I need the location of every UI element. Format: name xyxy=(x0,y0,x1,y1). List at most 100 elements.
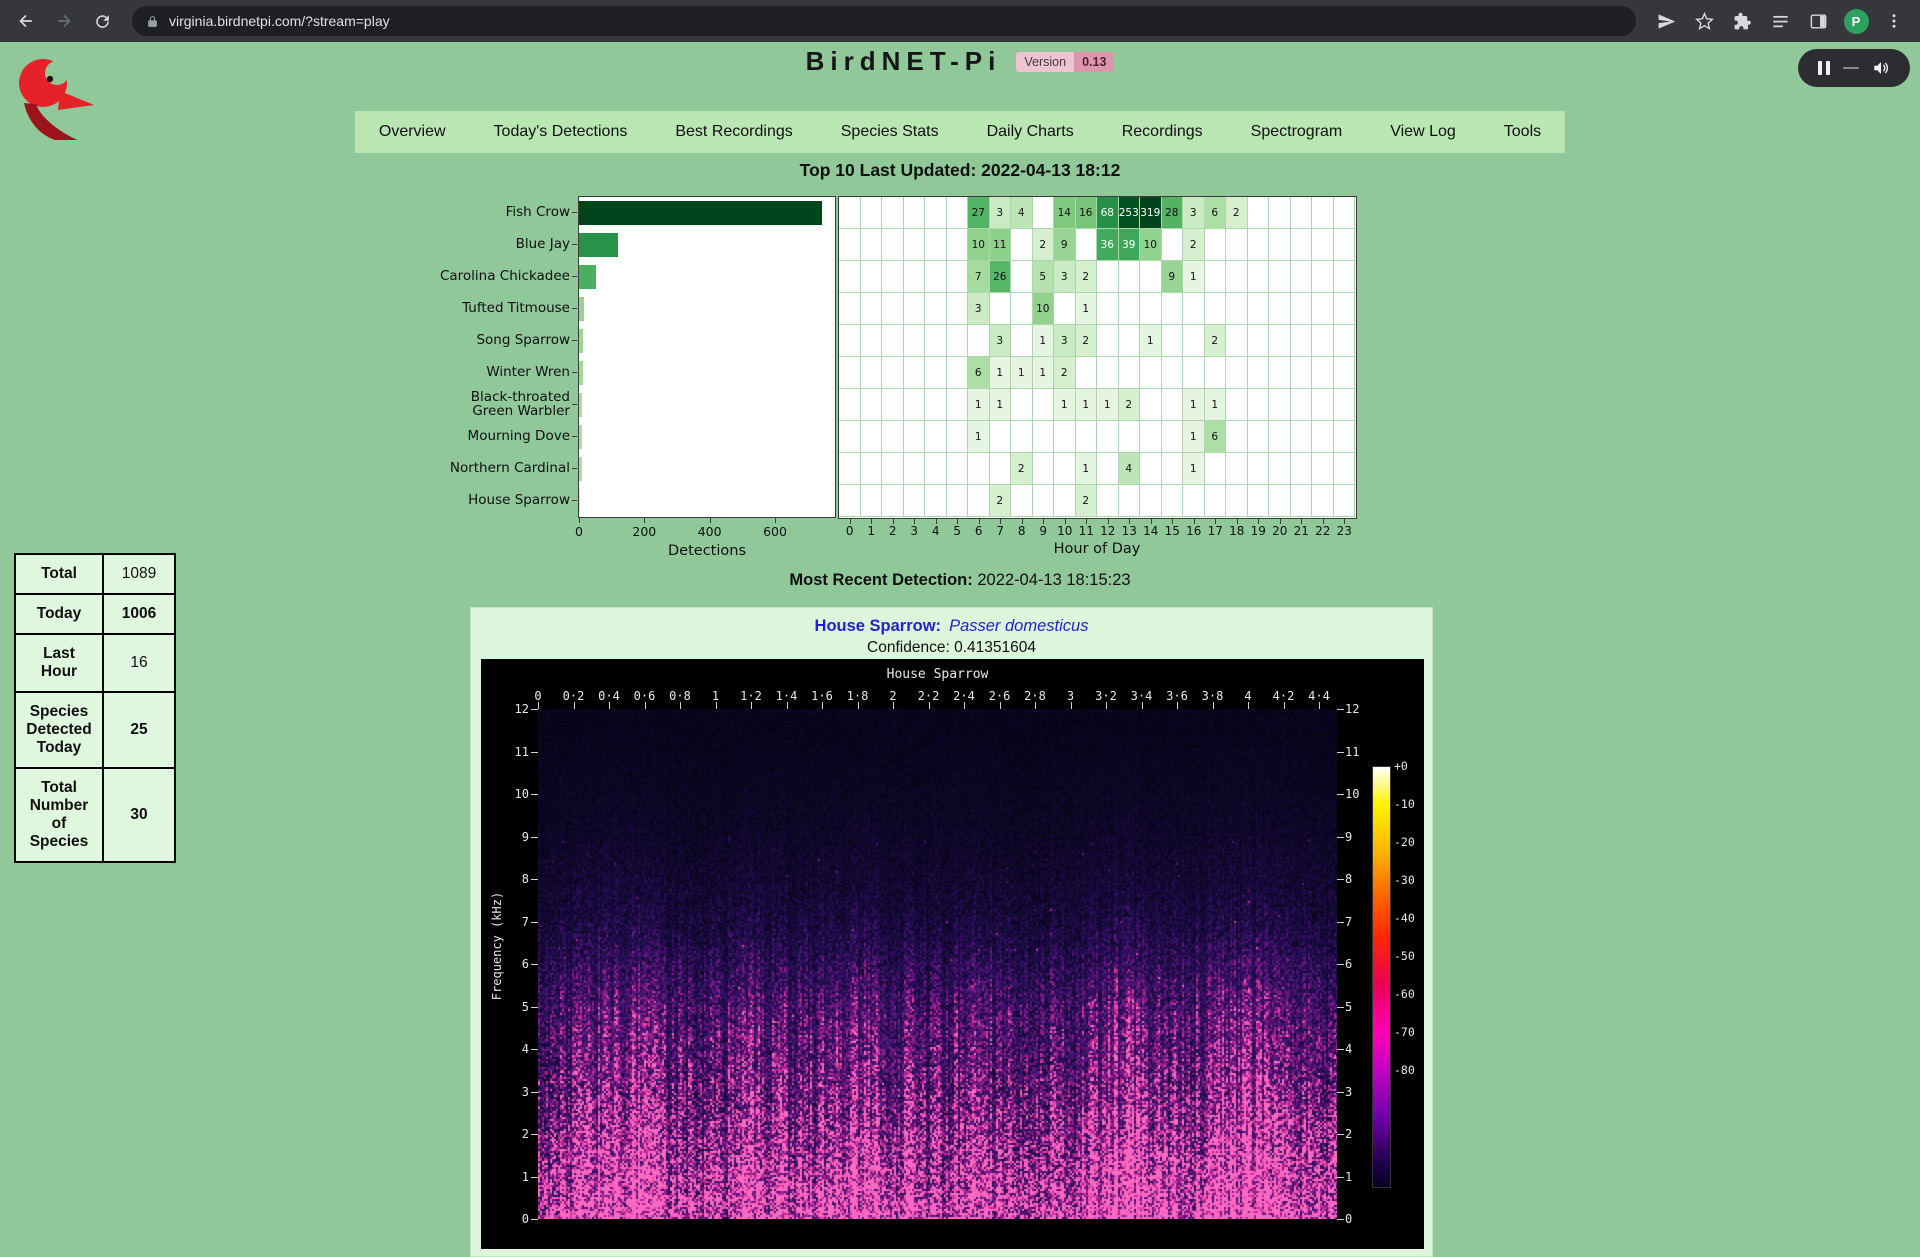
nav-item-today-s-detections[interactable]: Today's Detections xyxy=(470,111,652,153)
page: virginia.birdnetpi.com/?stream=play P xyxy=(0,0,1920,1017)
confidence-line: Confidence: 0.41351604 xyxy=(471,639,1432,657)
spectro-ytick-left xyxy=(531,1177,538,1178)
bar-house-sparrow xyxy=(579,489,580,513)
species-label-tufted-titmouse: Tufted Titmouse xyxy=(432,292,570,324)
spectro-xtick-label: 1·8 xyxy=(840,689,876,703)
species-common-link[interactable]: House Sparrow: xyxy=(815,617,942,635)
heatmap-cell xyxy=(861,229,883,261)
side-panel-icon[interactable] xyxy=(1802,5,1834,37)
stat-value-total-number-of-species[interactable]: 30 xyxy=(103,768,175,862)
heatmap-cell: 36 xyxy=(1097,229,1119,261)
heatmap-cell xyxy=(1312,421,1334,453)
heatmap-cell: 1 xyxy=(968,389,990,421)
heatmap-cell: 3 xyxy=(990,325,1012,357)
url-text: virginia.birdnetpi.com/?stream=play xyxy=(169,13,390,29)
spectro-xtick-label: 0·6 xyxy=(627,689,663,703)
heatmap-cell xyxy=(1312,197,1334,229)
profile-initial: P xyxy=(1844,9,1869,34)
heatmap-cell xyxy=(1312,453,1334,485)
heatmap-cell: 26 xyxy=(990,261,1012,293)
colorbar-tick-label: -70 xyxy=(1394,1025,1415,1039)
heatmap-cell xyxy=(1291,197,1313,229)
colorbar-tick-label: -40 xyxy=(1394,911,1415,925)
forward-icon[interactable] xyxy=(48,5,80,37)
heatmap-cell xyxy=(1119,261,1141,293)
spectro-xtick-label: 1·2 xyxy=(733,689,769,703)
nav-item-tools[interactable]: Tools xyxy=(1480,111,1565,153)
spectrogram-image xyxy=(538,709,1337,1219)
bar-ytick xyxy=(572,308,577,309)
spectro-xtick xyxy=(680,702,681,709)
volume-button[interactable] xyxy=(1872,59,1890,77)
heatmap-cell xyxy=(1097,421,1119,453)
spectro-xtick xyxy=(751,702,752,709)
spectro-ytick-right xyxy=(1337,1177,1344,1178)
nav-item-view-log[interactable]: View Log xyxy=(1366,111,1480,153)
spectro-ytick-left xyxy=(531,1219,538,1220)
back-icon[interactable] xyxy=(10,5,42,37)
seek-bar[interactable] xyxy=(1843,67,1859,69)
bar-ytick xyxy=(572,372,577,373)
browser-menu-icon[interactable] xyxy=(1878,5,1910,37)
heatmap-cell xyxy=(1205,485,1227,517)
spectro-ytick-right xyxy=(1337,879,1344,880)
heatmap-cell: 2 xyxy=(1076,325,1098,357)
spectro-ytick-left xyxy=(531,794,538,795)
reload-icon[interactable] xyxy=(86,5,118,37)
detection-species-line: House Sparrow: Passer domesticus xyxy=(471,617,1432,636)
nav-item-best-recordings[interactable]: Best Recordings xyxy=(651,111,816,153)
stats-row-total-number-of-species: Total Number of Species30 xyxy=(15,768,175,862)
audio-player[interactable] xyxy=(1798,49,1910,87)
nav-item-species-stats[interactable]: Species Stats xyxy=(817,111,963,153)
heatmap-cell xyxy=(1140,453,1162,485)
spectro-xtick xyxy=(1106,702,1107,709)
heatmap-cell xyxy=(1011,293,1033,325)
heatmap-cell xyxy=(839,421,861,453)
heatmap-cell xyxy=(1334,421,1356,453)
nav-item-spectrogram[interactable]: Spectrogram xyxy=(1227,111,1367,153)
heatmap-cell: 7 xyxy=(968,261,990,293)
stat-value-today[interactable]: 1006 xyxy=(103,594,175,634)
extensions-icon[interactable] xyxy=(1726,5,1758,37)
stat-value-species-detected-today[interactable]: 25 xyxy=(103,692,175,768)
heatmap-cell: 10 xyxy=(1033,293,1055,325)
heatmap-cell xyxy=(1011,421,1033,453)
spectro-xtick-label: 0 xyxy=(520,689,556,703)
heatmap-cell: 3 xyxy=(1183,197,1205,229)
profile-avatar[interactable]: P xyxy=(1840,5,1872,37)
heatmap-xtick-label: 23 xyxy=(1332,524,1356,538)
spectro-ytick-left xyxy=(531,709,538,710)
bar-ytick xyxy=(572,276,577,277)
confidence-label: Confidence: xyxy=(867,639,950,656)
spectro-ytick-label-right: 1 xyxy=(1345,1170,1379,1184)
heatmap-cell: 2 xyxy=(1205,325,1227,357)
spectro-ytick-label-left: 1 xyxy=(495,1170,529,1184)
nav-item-overview[interactable]: Overview xyxy=(355,111,470,153)
colorbar-tick-label: +0 xyxy=(1394,759,1408,773)
send-icon[interactable] xyxy=(1650,5,1682,37)
heatmap-cell xyxy=(1183,485,1205,517)
heatmap-cell: 9 xyxy=(1054,229,1076,261)
heatmap-cell xyxy=(1033,453,1055,485)
heatmap-cell xyxy=(1054,453,1076,485)
heatmap-cell xyxy=(1269,261,1291,293)
species-scientific-link[interactable]: Passer domesticus xyxy=(949,617,1088,635)
bar-xtick xyxy=(710,518,711,523)
spectro-xtick xyxy=(609,702,610,709)
heatmap-xtick-label: 13 xyxy=(1117,524,1141,538)
nav-item-daily-charts[interactable]: Daily Charts xyxy=(963,111,1098,153)
colorbar-tick-label: -60 xyxy=(1394,987,1415,1001)
reading-list-icon[interactable] xyxy=(1764,5,1796,37)
heatmap-cell xyxy=(1162,421,1184,453)
heatmap-cell xyxy=(1162,293,1184,325)
address-bar[interactable]: virginia.birdnetpi.com/?stream=play xyxy=(132,6,1636,36)
heatmap-cell: 1 xyxy=(1183,421,1205,453)
heatmap-cell xyxy=(1248,389,1270,421)
pause-button[interactable] xyxy=(1818,61,1830,75)
heatmap-cell xyxy=(925,261,947,293)
heatmap-cell: 253 xyxy=(1119,197,1141,229)
bookmark-star-icon[interactable] xyxy=(1688,5,1720,37)
spectro-ytick-left xyxy=(531,1092,538,1093)
nav-item-recordings[interactable]: Recordings xyxy=(1098,111,1227,153)
heatmap-cell xyxy=(990,421,1012,453)
